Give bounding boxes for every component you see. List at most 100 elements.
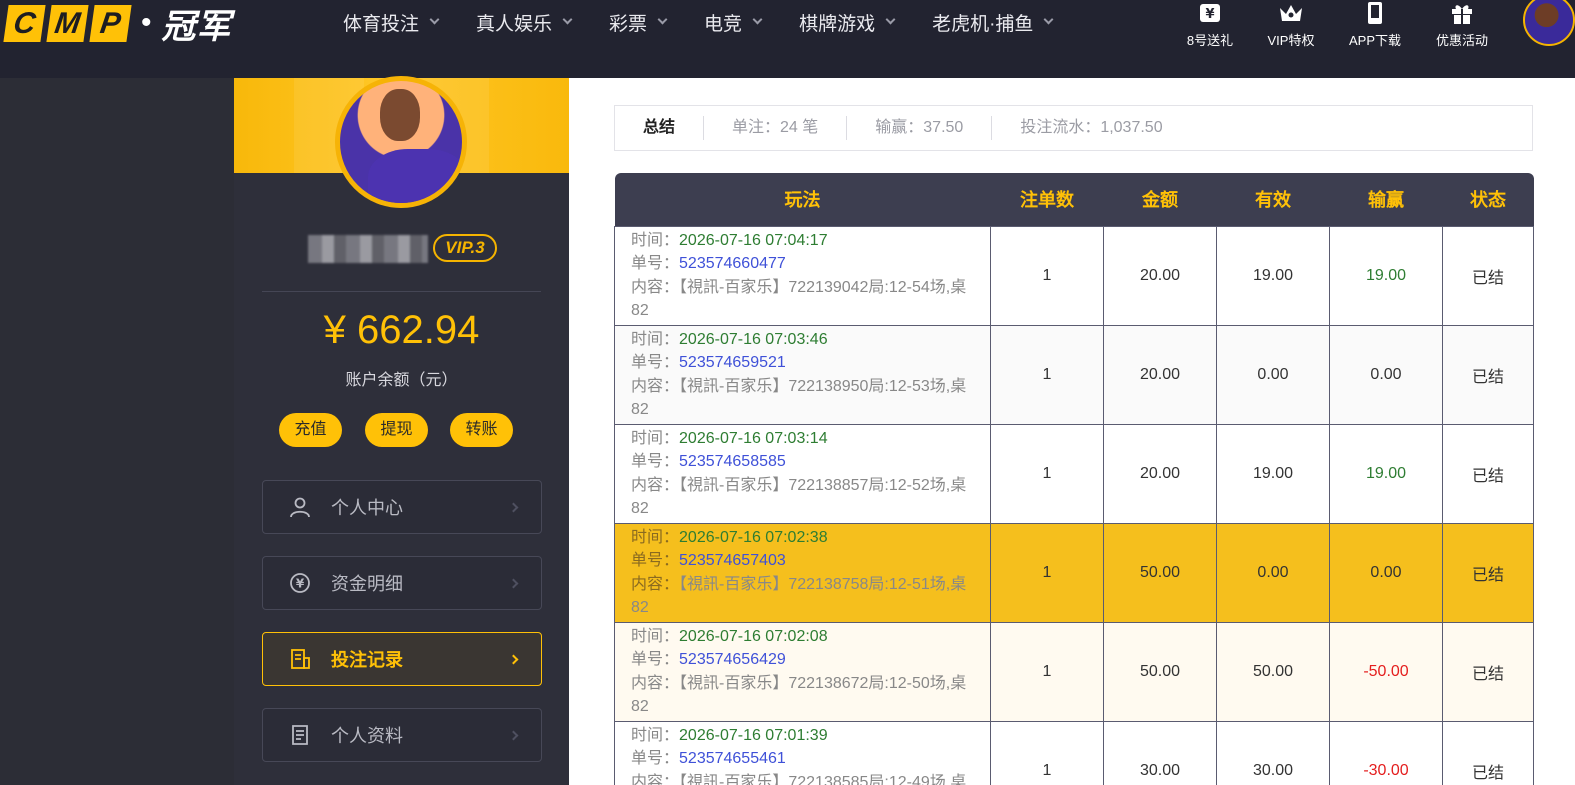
header-win-loss: 输赢 — [1329, 173, 1443, 226]
username-blurred — [308, 235, 428, 263]
bet-content-label: 内容： — [631, 674, 680, 692]
bet-time-label: 时间： — [631, 429, 680, 447]
table-row[interactable]: 时间：2026-07-16 07:02:08 单号：523574656429 内容：… — [614, 621, 1534, 722]
menu-slots-fishing[interactable]: 老虎机·捕鱼 — [932, 9, 1054, 36]
svg-text:¥: ¥ — [296, 577, 305, 591]
bet-status: 已结 — [1442, 423, 1534, 524]
quick-vip[interactable]: VIP特权 — [1246, 0, 1336, 49]
bet-id-link[interactable]: 523574658585 — [679, 453, 786, 470]
bet-content-label: 内容： — [631, 575, 680, 593]
chevron-right-icon — [508, 654, 519, 664]
bet-id-link[interactable]: 523574659521 — [679, 354, 786, 371]
bet-info-cell: 时间：2026-07-16 07:03:14 单号：523574658585 内容：… — [614, 423, 991, 524]
top-navbar: C M P • 冠军 体育投注 真人娱乐 彩票 电竞 棋牌游戏 老虎机·捕鱼 ¥… — [0, 0, 1575, 78]
table-row[interactable]: 时间：2026-07-16 07:03:14 单号：523574658585 内容：… — [614, 423, 1534, 524]
menu-esports-label: 电竞 — [704, 13, 743, 35]
bet-content: 【視訊-百家乐】722138857局:12-52场,桌82 — [631, 476, 967, 518]
bet-valid: 30.00 — [1216, 720, 1330, 785]
sidebar-item-funds[interactable]: ¥ 资金明细 — [262, 556, 542, 610]
table-row[interactable]: 时间：2026-07-16 07:01:39 单号：523574655461 内容：… — [614, 720, 1534, 785]
brand-logo[interactable]: C M P • 冠军 — [3, 3, 232, 46]
bet-status: 已结 — [1442, 225, 1534, 326]
bet-time-label: 时间： — [631, 231, 680, 249]
profile-avatar[interactable] — [335, 76, 467, 208]
bet-id-link[interactable]: 523574660477 — [679, 255, 786, 272]
quick-app-label: APP下载 — [1348, 33, 1401, 48]
account-balance-label: 账户余额（元） — [345, 372, 458, 389]
bet-content-line: 内容：【視訊-百家乐】722138585局:12-49场,桌82 — [631, 771, 978, 785]
sidebar-item-label: 资金明细 — [331, 574, 403, 594]
sidebar-divider — [262, 291, 541, 292]
bet-time-line: 时间：2026-07-16 07:04:17 — [631, 229, 978, 253]
bet-time-line: 时间：2026-07-16 07:03:46 — [631, 328, 978, 352]
bet-count: 1 — [990, 621, 1104, 722]
bet-amount: 50.00 — [1103, 522, 1217, 623]
bet-amount: 20.00 — [1103, 225, 1217, 326]
sidebar-item-label: 投注记录 — [331, 650, 403, 670]
bet-id-link[interactable]: 523574657403 — [679, 552, 786, 569]
bet-id-label: 单号： — [631, 651, 680, 668]
chevron-down-icon — [752, 14, 763, 25]
bet-status: 已结 — [1442, 720, 1534, 785]
header-valid: 有效 — [1216, 173, 1330, 226]
bet-count: 1 — [990, 324, 1104, 425]
sidebar-item-profile[interactable]: 个人资料 — [262, 708, 542, 762]
bet-id-line: 单号：523574657403 — [631, 549, 978, 573]
bet-time-line: 时间：2026-07-16 07:01:39 — [631, 724, 978, 748]
summary-title: 总结 — [643, 119, 676, 136]
sidebar-item-personal-center[interactable]: 个人中心 — [262, 480, 542, 534]
bet-count: 1 — [990, 225, 1104, 326]
menu-live-casino-label: 真人娱乐 — [476, 13, 553, 35]
main-menu: 体育投注 真人娱乐 彩票 电竞 棋牌游戏 老虎机·捕鱼 — [343, 0, 1090, 44]
bet-id-link[interactable]: 523574656429 — [679, 651, 786, 668]
bet-content-line: 内容：【視訊-百家乐】722138758局:12-51场,桌82 — [631, 573, 978, 620]
menu-sports[interactable]: 体育投注 — [343, 9, 440, 36]
sidebar-item-bet-records[interactable]: 投注记录 — [262, 632, 542, 686]
menu-chess-cards-label: 棋牌游戏 — [799, 13, 876, 35]
account-balance: ¥ 662.94 — [323, 308, 480, 352]
bet-valid: 19.00 — [1216, 423, 1330, 524]
table-row[interactable]: 时间：2026-07-16 07:03:46 单号：523574659521 内容：… — [614, 324, 1534, 425]
bet-count: 1 — [990, 423, 1104, 524]
bet-time-label: 时间： — [631, 330, 680, 348]
quick-promo[interactable]: 优惠活动 — [1417, 0, 1507, 49]
deposit-button[interactable]: 充值 — [279, 413, 342, 447]
bet-time-line: 时间：2026-07-16 07:02:08 — [631, 625, 978, 649]
bet-win-loss: -30.00 — [1329, 720, 1443, 785]
user-avatar[interactable] — [1523, 0, 1575, 46]
bet-win-loss: 19.00 — [1329, 423, 1443, 524]
bet-valid: 50.00 — [1216, 621, 1330, 722]
quick-gift-8[interactable]: ¥ 8号送礼 — [1165, 0, 1255, 49]
bet-status: 已结 — [1442, 621, 1534, 722]
table-row[interactable]: 时间：2026-07-16 07:02:38 单号：523574657403 内容：… — [614, 522, 1534, 623]
bet-time-line: 时间：2026-07-16 07:03:14 — [631, 427, 978, 451]
bet-time: 2026-07-16 07:03:46 — [679, 330, 828, 348]
phone-icon — [1362, 0, 1388, 26]
bet-count: 1 — [990, 522, 1104, 623]
bet-amount: 20.00 — [1103, 423, 1217, 524]
logo-cn-text: 冠军 — [161, 7, 232, 46]
transfer-button[interactable]: 转账 — [450, 413, 513, 447]
bet-content: 【視訊-百家乐】722138672局:12-50场,桌82 — [631, 674, 967, 716]
withdraw-button[interactable]: 提现 — [365, 413, 428, 447]
summary-turnover: 投注流水：1,037.50 — [991, 116, 1190, 140]
menu-lottery[interactable]: 彩票 — [609, 9, 668, 36]
menu-live-casino[interactable]: 真人娱乐 — [476, 9, 573, 36]
chevron-down-icon — [657, 14, 668, 25]
bet-content: 【視訊-百家乐】722139042局:12-54场,桌82 — [631, 278, 967, 320]
bet-time: 2026-07-16 07:02:38 — [679, 528, 828, 546]
header-play: 玩法 — [614, 173, 991, 226]
bet-id-label: 单号： — [631, 453, 680, 470]
avatar-face — [380, 89, 420, 141]
quick-app[interactable]: APP下载 — [1330, 0, 1420, 49]
user-icon — [289, 496, 311, 518]
menu-lottery-label: 彩票 — [609, 13, 648, 35]
table-row[interactable]: 时间：2026-07-16 07:04:17 单号：523574660477 内容：… — [614, 225, 1534, 326]
menu-chess-cards[interactable]: 棋牌游戏 — [799, 9, 896, 36]
svg-text:¥: ¥ — [1205, 7, 1214, 22]
bet-id-link[interactable]: 523574655461 — [679, 750, 786, 767]
bet-content-line: 内容：【視訊-百家乐】722139042局:12-54场,桌82 — [631, 276, 978, 323]
menu-esports[interactable]: 电竞 — [704, 9, 763, 36]
bet-time-label: 时间： — [631, 726, 680, 744]
bet-status: 已结 — [1442, 522, 1534, 623]
